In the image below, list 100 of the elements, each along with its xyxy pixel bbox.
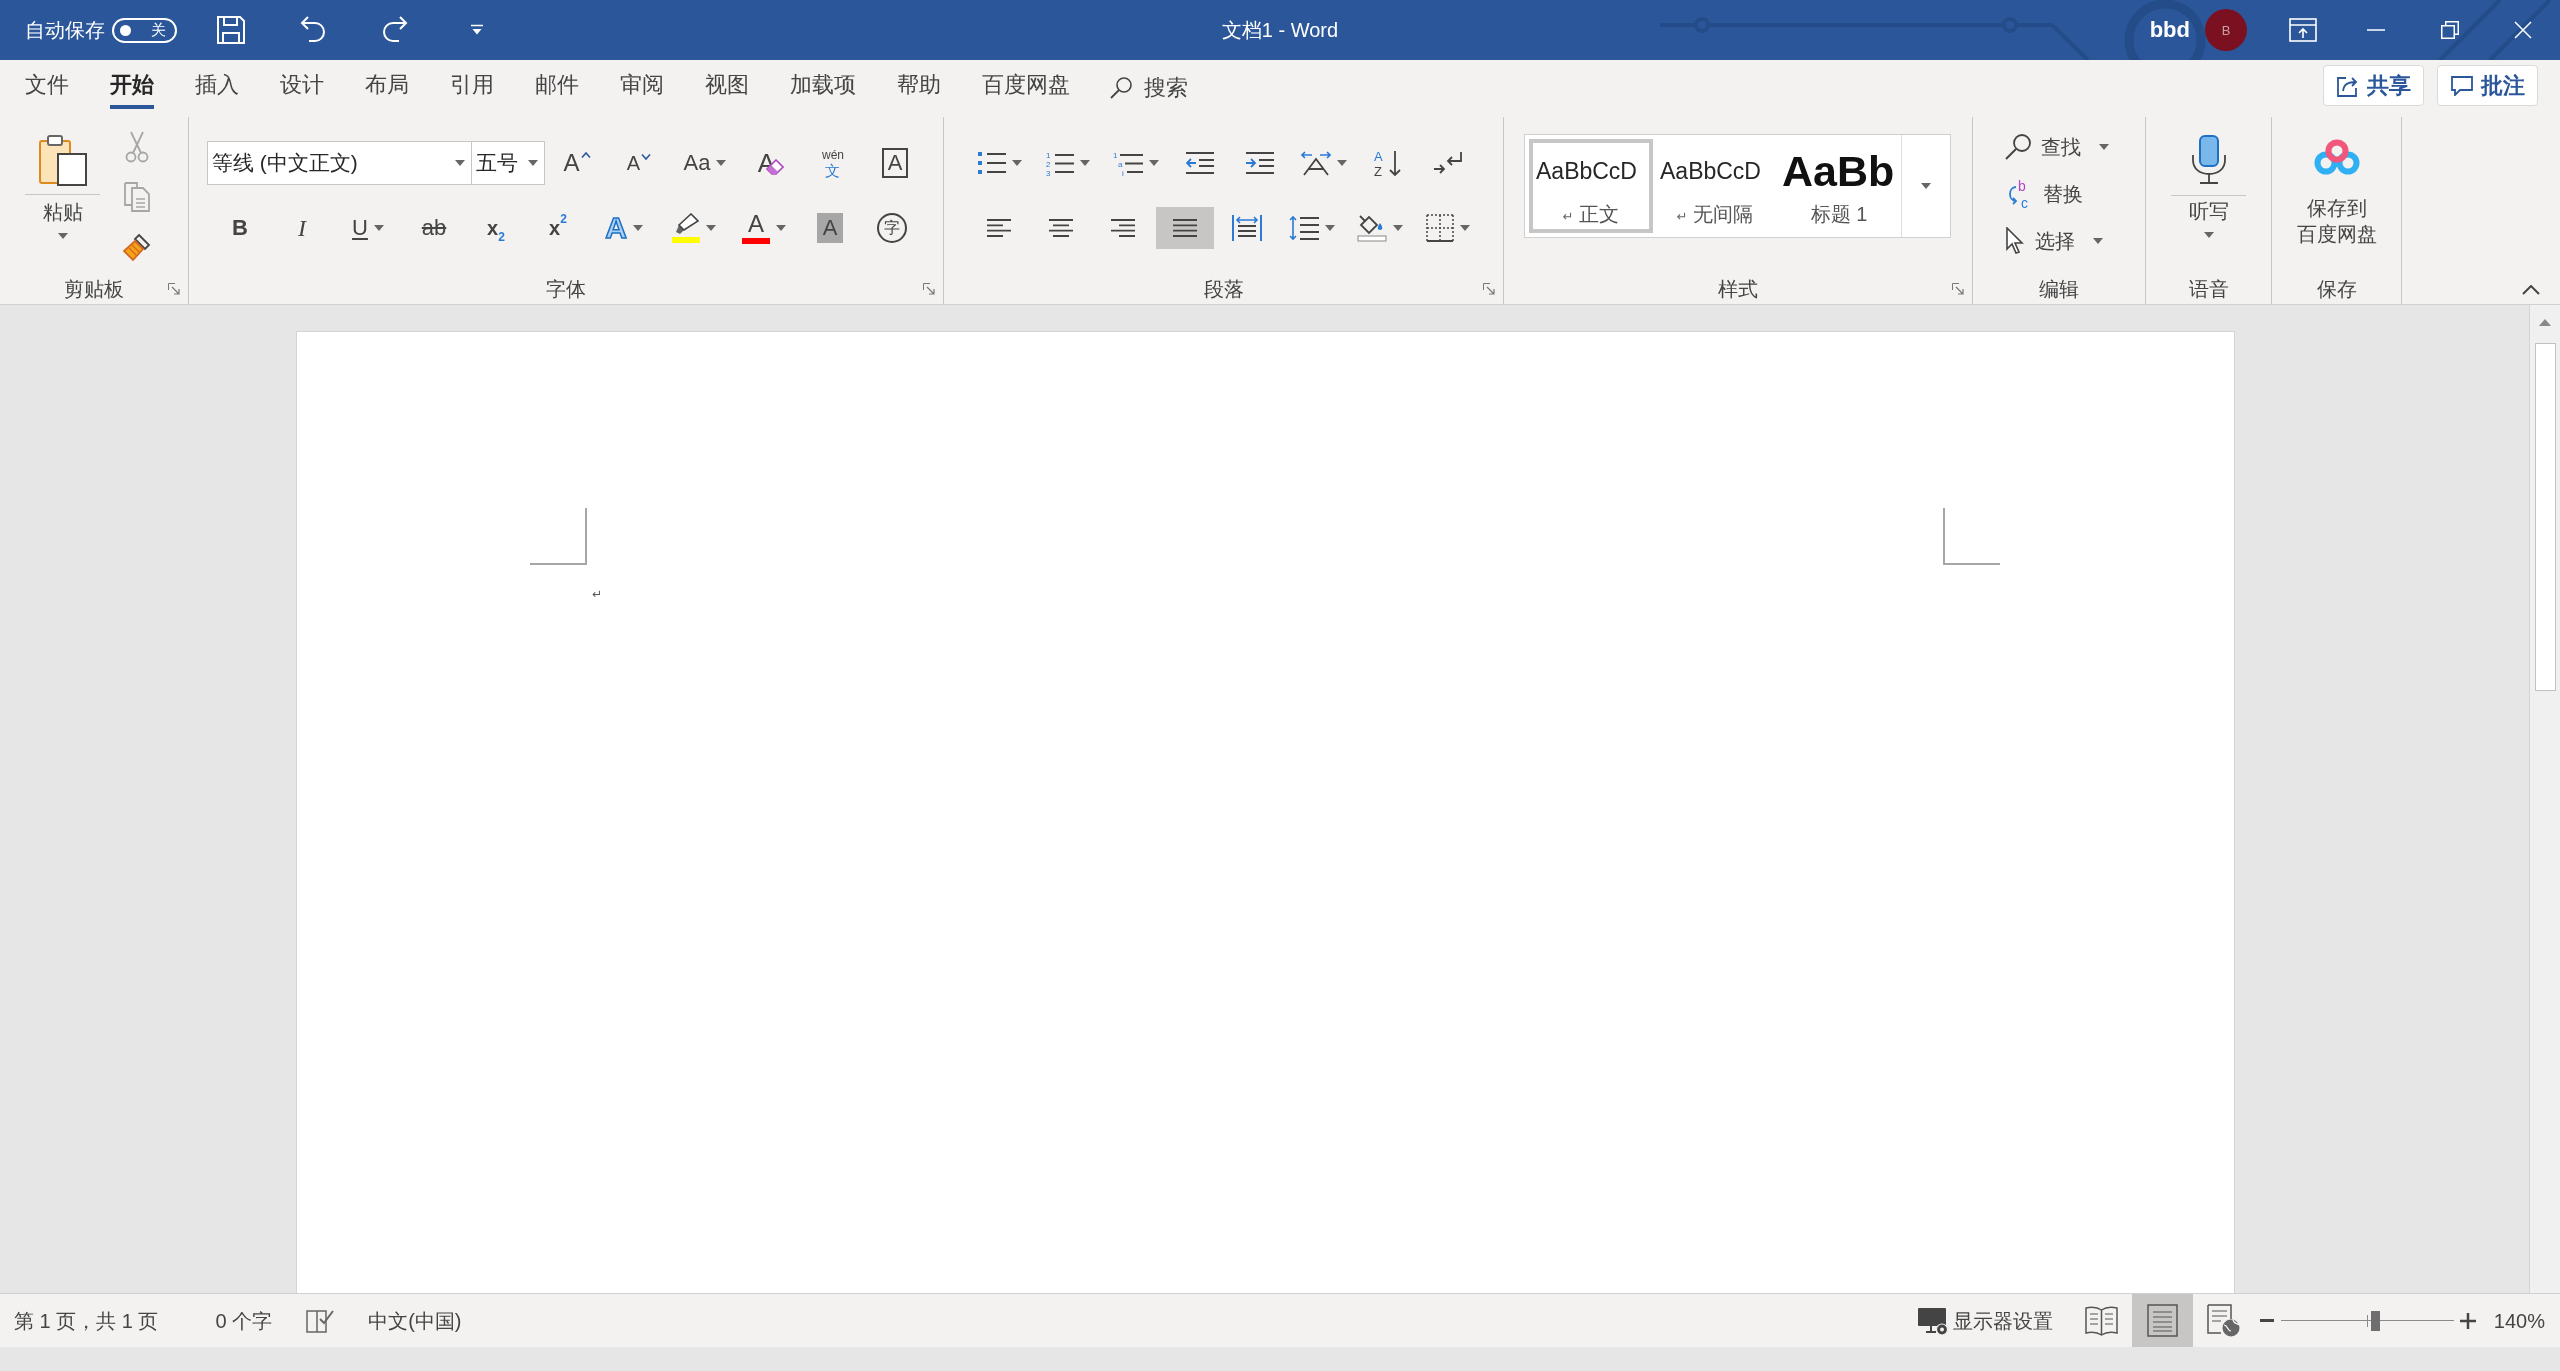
underline-button[interactable]: U bbox=[352, 215, 368, 241]
bullet-list-icon[interactable] bbox=[978, 152, 1006, 174]
ribbon-tab[interactable]: 布局 bbox=[344, 60, 429, 115]
zoom-in-icon[interactable] bbox=[2459, 1312, 2476, 1329]
dialog-launcher-icon[interactable] bbox=[1483, 283, 1495, 295]
redo-icon[interactable] bbox=[381, 15, 409, 45]
scroll-up-arrow-icon[interactable] bbox=[2539, 319, 2551, 326]
page-lines-icon[interactable] bbox=[2131, 1294, 2193, 1347]
select-button[interactable]: 选择 bbox=[2005, 221, 2103, 261]
ribbon-tab[interactable]: 百度网盘 bbox=[961, 60, 1090, 115]
caret-icon[interactable] bbox=[706, 225, 716, 231]
zoom-out-icon[interactable] bbox=[2259, 1319, 2274, 1322]
ribbon-display-options-icon[interactable] bbox=[2288, 18, 2317, 42]
search-box[interactable]: 搜索 bbox=[1090, 60, 1208, 115]
book-check-icon[interactable] bbox=[306, 1308, 335, 1333]
ribbon-tab[interactable]: 引用 bbox=[429, 60, 514, 115]
vertical-scrollbar[interactable] bbox=[2529, 305, 2560, 1293]
customize-icon[interactable] bbox=[470, 24, 484, 36]
word-count[interactable]: 0 个字 bbox=[215, 1308, 273, 1333]
indent-icon[interactable] bbox=[1246, 152, 1274, 174]
justify-icon[interactable] bbox=[1156, 207, 1214, 249]
highlight-button[interactable] bbox=[672, 213, 700, 243]
ribbon-tab[interactable]: 开始 bbox=[89, 60, 174, 115]
collapse-ribbon-icon[interactable] bbox=[2522, 285, 2540, 295]
style-item[interactable]: AaBbCcD ↵ 无间隔 bbox=[1653, 139, 1777, 233]
caret-icon[interactable] bbox=[2099, 144, 2109, 150]
caret-icon[interactable] bbox=[716, 160, 727, 166]
ribbon-tab[interactable]: 文件 bbox=[4, 60, 89, 115]
ribbon-tab[interactable]: 设计 bbox=[259, 60, 344, 115]
line-spacing-icon[interactable] bbox=[1289, 215, 1319, 241]
ribbon-tab[interactable]: 视图 bbox=[684, 60, 769, 115]
character-border-button[interactable]: A bbox=[881, 148, 909, 178]
caret-icon[interactable] bbox=[632, 225, 643, 231]
subscript-button[interactable]: x$_{2}$ bbox=[487, 215, 505, 241]
caret-icon[interactable] bbox=[57, 233, 68, 239]
align-center-icon[interactable] bbox=[1049, 219, 1073, 237]
distributed-align-icon[interactable] bbox=[1232, 215, 1262, 241]
page-globe-icon[interactable] bbox=[2206, 1304, 2240, 1337]
caret-icon[interactable] bbox=[2203, 232, 2214, 238]
caret-icon[interactable] bbox=[2093, 238, 2103, 244]
caret-icon[interactable] bbox=[373, 225, 384, 231]
close-icon[interactable] bbox=[2514, 21, 2533, 39]
outdent-icon[interactable] bbox=[1186, 152, 1214, 174]
document-page[interactable]: ↵ bbox=[296, 331, 2235, 1293]
caret-icon[interactable] bbox=[1460, 225, 1470, 231]
user-avatar[interactable]: B bbox=[2205, 9, 2247, 51]
align-left-icon[interactable] bbox=[987, 219, 1011, 237]
ribbon-tab[interactable]: 帮助 bbox=[876, 60, 961, 115]
zoom-percentage[interactable]: 140% bbox=[2493, 1308, 2545, 1333]
dialog-launcher-icon[interactable] bbox=[1952, 283, 1964, 295]
strikethrough-button[interactable]: ab bbox=[421, 215, 447, 241]
font-color-button[interactable]: A bbox=[742, 212, 770, 244]
ribbon-tab[interactable]: 插入 bbox=[174, 60, 259, 115]
open-book-icon[interactable] bbox=[2084, 1304, 2118, 1337]
undo-icon[interactable] bbox=[299, 15, 327, 45]
ribbon-tab[interactable]: 审阅 bbox=[599, 60, 684, 115]
ribbon-tab[interactable]: 加载项 bbox=[769, 60, 876, 115]
save-icon[interactable] bbox=[216, 15, 246, 45]
dialog-launcher-icon[interactable] bbox=[923, 283, 935, 295]
page-count[interactable]: 第 1 页，共 1 页 bbox=[14, 1308, 159, 1333]
caret-icon[interactable] bbox=[1393, 225, 1403, 231]
save-to-cloud-button[interactable]: 保存到 百度网盘 bbox=[2296, 117, 2377, 247]
caret-icon[interactable] bbox=[1337, 160, 1347, 166]
style-item[interactable]: AaBb 标题 1 bbox=[1777, 139, 1901, 233]
align-right-icon[interactable] bbox=[1111, 219, 1135, 237]
restore-icon[interactable] bbox=[2440, 21, 2459, 39]
italic-button[interactable]: I bbox=[298, 215, 306, 241]
paste-button[interactable]: 粘贴 bbox=[25, 117, 100, 239]
caret-icon[interactable] bbox=[455, 160, 465, 166]
replace-button[interactable]: b c 替换 bbox=[2005, 174, 2083, 214]
letter-arrows-icon[interactable] bbox=[1301, 150, 1331, 176]
font-name-combo[interactable]: 等线 (中文正文) bbox=[207, 141, 472, 185]
caret-icon[interactable] bbox=[1921, 183, 1931, 189]
paintbrush-icon[interactable] bbox=[122, 232, 152, 262]
dictate-button[interactable]: 听写 bbox=[2171, 117, 2246, 238]
caret-icon[interactable] bbox=[1012, 160, 1022, 166]
language-status[interactable]: 中文(中国) bbox=[368, 1308, 462, 1333]
change-case-button[interactable]: Aa bbox=[683, 150, 711, 176]
share-button[interactable]: 共享 bbox=[2323, 65, 2424, 106]
enclose-characters-button[interactable]: 字 bbox=[877, 213, 907, 243]
caret-icon[interactable] bbox=[1149, 160, 1159, 166]
character-shading-button[interactable]: A bbox=[816, 213, 844, 243]
display-settings-button[interactable]: 显示器设置 bbox=[1916, 1305, 2053, 1336]
shrink-font-button[interactable]: A bbox=[626, 150, 652, 176]
scrollbar-thumb[interactable] bbox=[2534, 343, 2556, 691]
comments-button[interactable]: 批注 bbox=[2437, 65, 2538, 106]
paint-bucket-icon[interactable] bbox=[1357, 214, 1387, 242]
caret-icon[interactable] bbox=[1080, 160, 1090, 166]
autosave-toggle[interactable]: 关 bbox=[112, 17, 177, 43]
return-arrow-icon[interactable] bbox=[1433, 151, 1463, 175]
bold-button[interactable]: B bbox=[232, 215, 248, 241]
find-button[interactable]: 查找 bbox=[2005, 127, 2109, 167]
border-grid-icon[interactable] bbox=[1426, 214, 1454, 242]
caret-icon[interactable] bbox=[776, 225, 786, 231]
ribbon-tab[interactable]: 邮件 bbox=[514, 60, 599, 115]
superscript-button[interactable]: x$^{2}$ bbox=[549, 215, 567, 241]
grow-font-button[interactable]: A bbox=[563, 150, 591, 176]
caret-icon[interactable] bbox=[1325, 225, 1335, 231]
phonetic-guide-button[interactable]: wén 文 bbox=[822, 148, 844, 178]
caret-icon[interactable] bbox=[528, 160, 538, 166]
